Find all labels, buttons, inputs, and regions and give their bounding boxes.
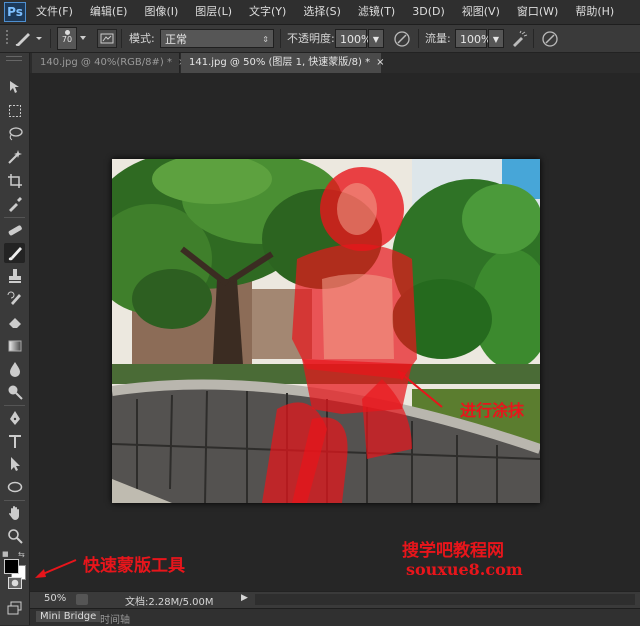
screen-mode-icon[interactable]: [4, 598, 25, 618]
mode-select[interactable]: 正常 ⇕: [160, 29, 274, 48]
opacity-input-wrap: 100%: [335, 29, 371, 50]
menu-file[interactable]: 文件(F): [36, 0, 73, 24]
menu-select[interactable]: 选择(S): [303, 0, 341, 24]
separator: [533, 29, 534, 48]
photo-scene: [112, 159, 540, 503]
watermark-url: souxue8.com: [406, 560, 523, 579]
dodge-tool-icon[interactable]: [4, 382, 25, 402]
status-info-icon[interactable]: [76, 594, 88, 605]
menu-filter[interactable]: 滤镜(T): [358, 0, 395, 24]
opacity-input[interactable]: 100%: [335, 29, 371, 48]
brush-size-picker[interactable]: 70: [57, 27, 77, 50]
separator: [50, 29, 51, 48]
tab-140-jpg[interactable]: 140.jpg @ 40%(RGB/8#) *×: [32, 53, 186, 73]
document-tabs: 140.jpg @ 40%(RGB/8#) *× 141.jpg @ 50% (…: [30, 53, 640, 73]
options-bar: 70 模式: 正常 ⇕ 不透明度: 100% ▼ 流量: 100% ▼: [0, 25, 640, 53]
airbrush-icon[interactable]: [510, 30, 528, 51]
mode-select-wrap: 正常 ⇕: [160, 29, 274, 50]
eraser-tool-icon[interactable]: [4, 312, 25, 332]
ellipse-tool-icon[interactable]: [4, 477, 25, 497]
zoom-level[interactable]: 50%: [44, 593, 66, 604]
marquee-tool-icon[interactable]: [4, 101, 25, 121]
menu-bar: Ps 文件(F) 编辑(E) 图像(I) 图层(L) 文字(Y) 选择(S) 滤…: [0, 0, 640, 25]
close-icon[interactable]: ×: [376, 57, 384, 68]
history-brush-tool-icon[interactable]: [4, 289, 25, 309]
separator: [418, 29, 419, 48]
gradient-tool-icon[interactable]: [4, 336, 25, 356]
default-colors-icon[interactable]: ■: [2, 550, 9, 558]
brush-size-dropdown-icon[interactable]: [79, 31, 87, 52]
tab-mini-bridge[interactable]: Mini Bridge: [36, 611, 101, 622]
tab-timeline[interactable]: 时间轴: [100, 611, 130, 626]
opacity-label: 不透明度:: [287, 32, 335, 45]
menu-type[interactable]: 文字(Y): [249, 0, 286, 24]
tools-panel: ■ ⇆: [0, 53, 30, 625]
document-size: 文档:2.28M/5.00M: [125, 597, 214, 608]
opacity-dropdown-icon[interactable]: ▼: [368, 29, 384, 48]
pen-tool-icon[interactable]: [4, 408, 25, 428]
menu-image[interactable]: 图像(I): [144, 0, 178, 24]
tab-141-jpg[interactable]: 141.jpg @ 50% (图层 1, 快速蒙版/8) * ×: [181, 53, 385, 73]
blur-tool-icon[interactable]: [4, 359, 25, 379]
smear-annotation: 进行涂抹: [460, 401, 525, 420]
zoom-tool-icon[interactable]: [4, 526, 25, 546]
healing-brush-tool-icon[interactable]: [4, 220, 25, 240]
swap-colors-icon[interactable]: ⇆: [18, 550, 25, 559]
divider: [4, 500, 25, 501]
status-bar: 50% 文档:2.28M/5.00M ▶: [30, 591, 640, 608]
flow-input-wrap: 100%: [455, 29, 491, 50]
type-tool-icon[interactable]: [4, 431, 25, 451]
updown-chevron-icon: ⇕: [262, 35, 269, 44]
menu-items: 文件(F) 编辑(E) 图像(I) 图层(L) 文字(Y) 选择(S) 滤镜(T…: [36, 0, 614, 24]
mode-select-value: 正常: [165, 33, 187, 46]
flow-input[interactable]: 100%: [455, 29, 491, 48]
menu-3d[interactable]: 3D(D): [412, 0, 445, 24]
magic-wand-tool-icon[interactable]: [4, 147, 25, 167]
divider: [4, 217, 25, 218]
divider: [4, 405, 25, 406]
bottom-panel-bar: Mini Bridge 时间轴: [30, 608, 640, 626]
move-tool-icon[interactable]: [4, 77, 25, 97]
quick-mask-annotation: 快速蒙版工具: [83, 556, 185, 576]
clone-stamp-tool-icon[interactable]: [4, 266, 25, 286]
path-selection-tool-icon[interactable]: [4, 454, 25, 474]
watermark-chinese: 搜学吧教程网: [402, 541, 504, 561]
brush-size-value: 70: [61, 35, 73, 44]
flow-label: 流量:: [425, 32, 451, 45]
document-canvas[interactable]: [112, 159, 540, 503]
crop-tool-icon[interactable]: [4, 171, 25, 191]
menu-layer[interactable]: 图层(L): [195, 0, 232, 24]
opacity-dropdown-wrap: ▼: [368, 29, 384, 50]
photoshop-logo[interactable]: Ps: [4, 2, 26, 22]
pressure-size-icon[interactable]: [541, 30, 559, 51]
separator: [280, 29, 281, 48]
menu-edit[interactable]: 编辑(E): [90, 0, 128, 24]
status-menu-arrow-icon[interactable]: ▶: [241, 593, 248, 603]
tab-label: 141.jpg @ 50% (图层 1, 快速蒙版/8) *: [189, 57, 371, 68]
panel-grip-icon: [6, 56, 22, 61]
foreground-color-swatch[interactable]: [4, 559, 19, 574]
mode-label: 模式:: [129, 32, 155, 45]
brush-tool-preset-icon[interactable]: [14, 30, 44, 51]
brush-tool-icon[interactable]: [4, 243, 25, 263]
menu-view[interactable]: 视图(V): [462, 0, 500, 24]
quick-mask-arrow-icon: [35, 559, 77, 578]
tab-label: 140.jpg @ 40%(RGB/8#) *: [40, 57, 172, 68]
menu-help[interactable]: 帮助(H): [575, 0, 614, 24]
lasso-tool-icon[interactable]: [4, 124, 25, 144]
hand-tool-icon[interactable]: [4, 503, 25, 523]
flow-dropdown-icon[interactable]: ▼: [488, 29, 504, 48]
menu-window[interactable]: 窗口(W): [517, 0, 558, 24]
separator: [121, 29, 122, 48]
flow-dropdown-wrap: ▼: [488, 29, 504, 50]
eyedropper-tool-icon[interactable]: [4, 194, 25, 214]
brush-panel-toggle-icon[interactable]: [97, 29, 117, 48]
quick-mask-mode-icon[interactable]: [4, 573, 25, 593]
pressure-opacity-icon[interactable]: [393, 30, 411, 51]
horizontal-scrollbar[interactable]: [255, 594, 635, 605]
